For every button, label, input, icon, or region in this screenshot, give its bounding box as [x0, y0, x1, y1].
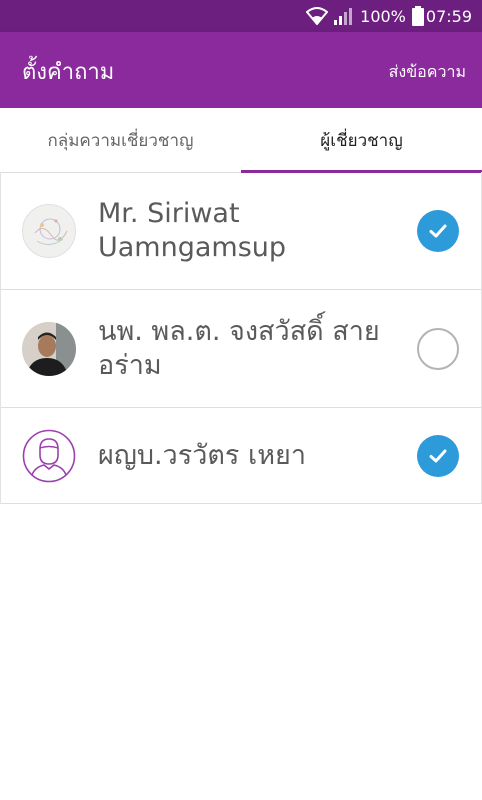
- list-item[interactable]: นพ. พล.ต. จงสวัสดิ์ สายอร่าม: [1, 290, 481, 408]
- expert-name: ผญบ.วรวัตร เหยา: [98, 440, 306, 471]
- tab-expertise-groups[interactable]: กลุ่มความเชี่ยวชาญ: [0, 108, 241, 172]
- status-time: 07:59: [425, 6, 472, 26]
- doodle-avatar-icon: [22, 204, 76, 258]
- tab-bar: กลุ่มความเชี่ยวชาญ ผู้เชี่ยวชาญ: [0, 108, 482, 173]
- list-item[interactable]: Mr. Siriwat Uamngamsup: [1, 172, 481, 290]
- photo-avatar-icon: [22, 322, 76, 376]
- expert-list: Mr. Siriwat Uamngamsup นพ. พล.ต. จงสวัสด…: [0, 172, 482, 504]
- selected-check-icon[interactable]: [417, 210, 459, 252]
- tab-experts[interactable]: ผู้เชี่ยวชาญ: [241, 108, 482, 172]
- expert-name: Mr. Siriwat Uamngamsup: [98, 198, 287, 263]
- unselected-check-icon[interactable]: [417, 328, 459, 370]
- status-bar: 100% 07:59: [0, 0, 482, 32]
- signal-icon: [334, 7, 354, 25]
- app-bar: ตั้งคำถาม ส่งข้อความ: [0, 32, 482, 108]
- expert-name: นพ. พล.ต. จงสวัสดิ์ สายอร่าม: [98, 316, 380, 381]
- wifi-icon: [306, 7, 329, 25]
- default-person-avatar-icon: [22, 429, 76, 483]
- page-title: ตั้งคำถาม: [22, 60, 115, 85]
- selected-check-icon[interactable]: [417, 435, 459, 477]
- send-message-button[interactable]: ส่งข้อความ: [389, 60, 466, 85]
- battery-icon: [411, 6, 424, 26]
- list-item[interactable]: ผญบ.วรวัตร เหยา: [1, 408, 481, 504]
- battery-percent: 100%: [360, 6, 406, 26]
